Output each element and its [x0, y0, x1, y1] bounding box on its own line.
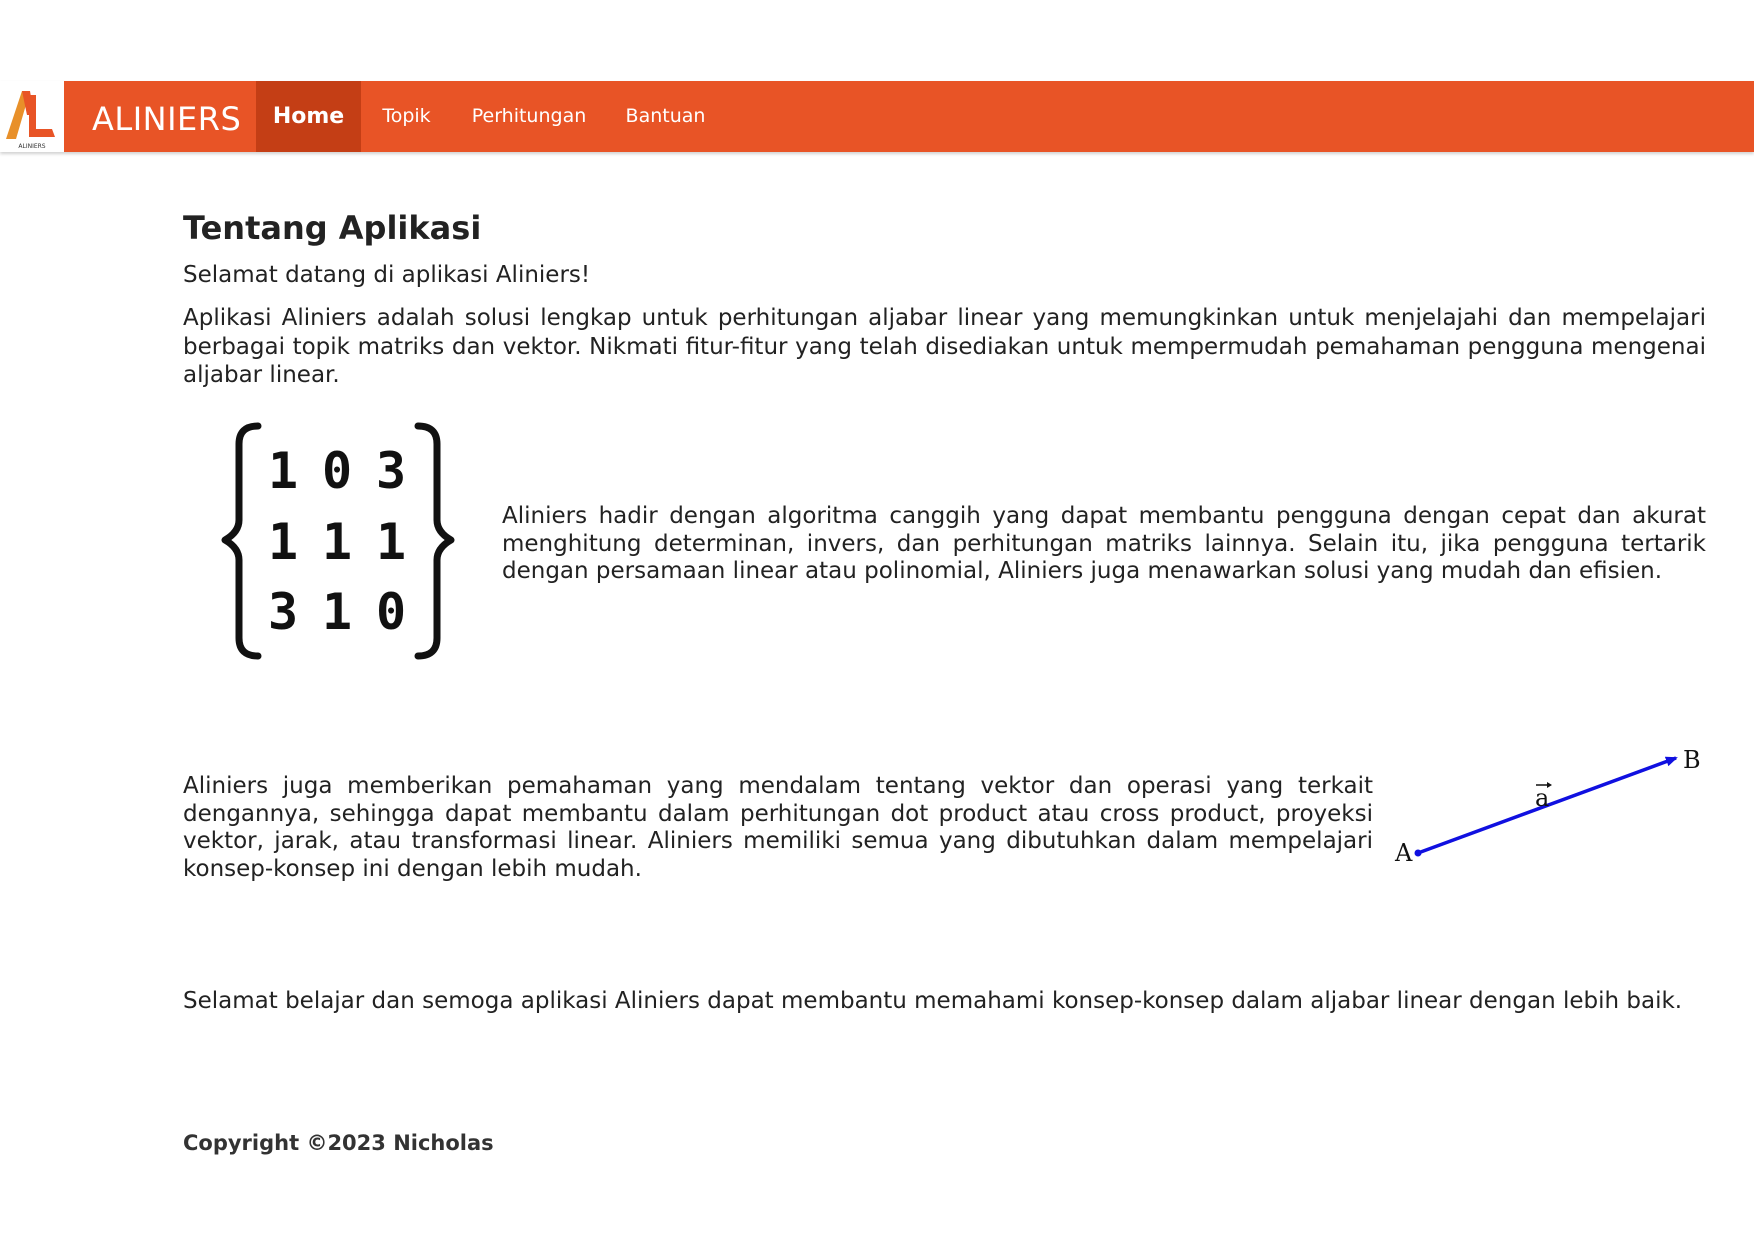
matrix-cell: 0 [376, 583, 406, 641]
vector-end-label: B [1683, 746, 1701, 774]
nav-item-topik[interactable]: Topik [364, 81, 449, 152]
nav-item-label: Bantuan [625, 105, 706, 127]
nav-item-home[interactable]: Home [256, 81, 361, 152]
nav-item-bantuan[interactable]: Bantuan [612, 81, 719, 152]
matrix-cell: 1 [268, 513, 298, 571]
intro-paragraph: Aplikasi Aliniers adalah solusi lengkap … [183, 305, 1706, 388]
matrix-cell: 3 [376, 442, 406, 500]
svg-text:ALINIERS: ALINIERS [18, 143, 45, 150]
brand-name[interactable]: ALINIERS [92, 81, 241, 152]
matrix-braces-icon: 1 0 3 1 1 1 3 1 0 [213, 420, 465, 665]
nav-item-label: Perhitungan [471, 105, 587, 127]
nav-item-perhitungan[interactable]: Perhitungan [458, 81, 600, 152]
matrix-paragraph: Aliniers hadir dengan algoritma canggih … [502, 503, 1706, 584]
top-navbar: ALINIERS ALINIERS Home Topik Perhitungan… [0, 81, 1754, 152]
matrix-cell: 1 [322, 583, 352, 641]
matrix-cell: 1 [268, 442, 298, 500]
vector-name-label: a [1535, 784, 1549, 812]
closing-text: Selamat belajar dan semoga aplikasi Alin… [183, 988, 1683, 1014]
main-content: Tentang Aplikasi Selamat datang di aplik… [183, 205, 1706, 1155]
vector-start-label: A [1394, 839, 1413, 867]
nav-item-label: Topik [382, 105, 431, 127]
matrix-cell: 1 [322, 513, 352, 571]
nav-item-label: Home [272, 104, 345, 129]
matrix-cell: 1 [376, 513, 406, 571]
page-title: Tentang Aplikasi [183, 209, 482, 247]
footer-copyright: Copyright ©2023 Nicholas [183, 1131, 494, 1155]
vector-paragraph: Aliniers juga memberikan pemahaman yang … [183, 773, 1373, 882]
vector-arrow-icon: A B a [1383, 745, 1706, 885]
welcome-text: Selamat datang di aplikasi Aliniers! [183, 262, 591, 288]
matrix-cell: 3 [268, 583, 298, 641]
aliniers-logo-icon[interactable]: ALINIERS [0, 81, 64, 152]
matrix-cell: 0 [322, 442, 352, 500]
